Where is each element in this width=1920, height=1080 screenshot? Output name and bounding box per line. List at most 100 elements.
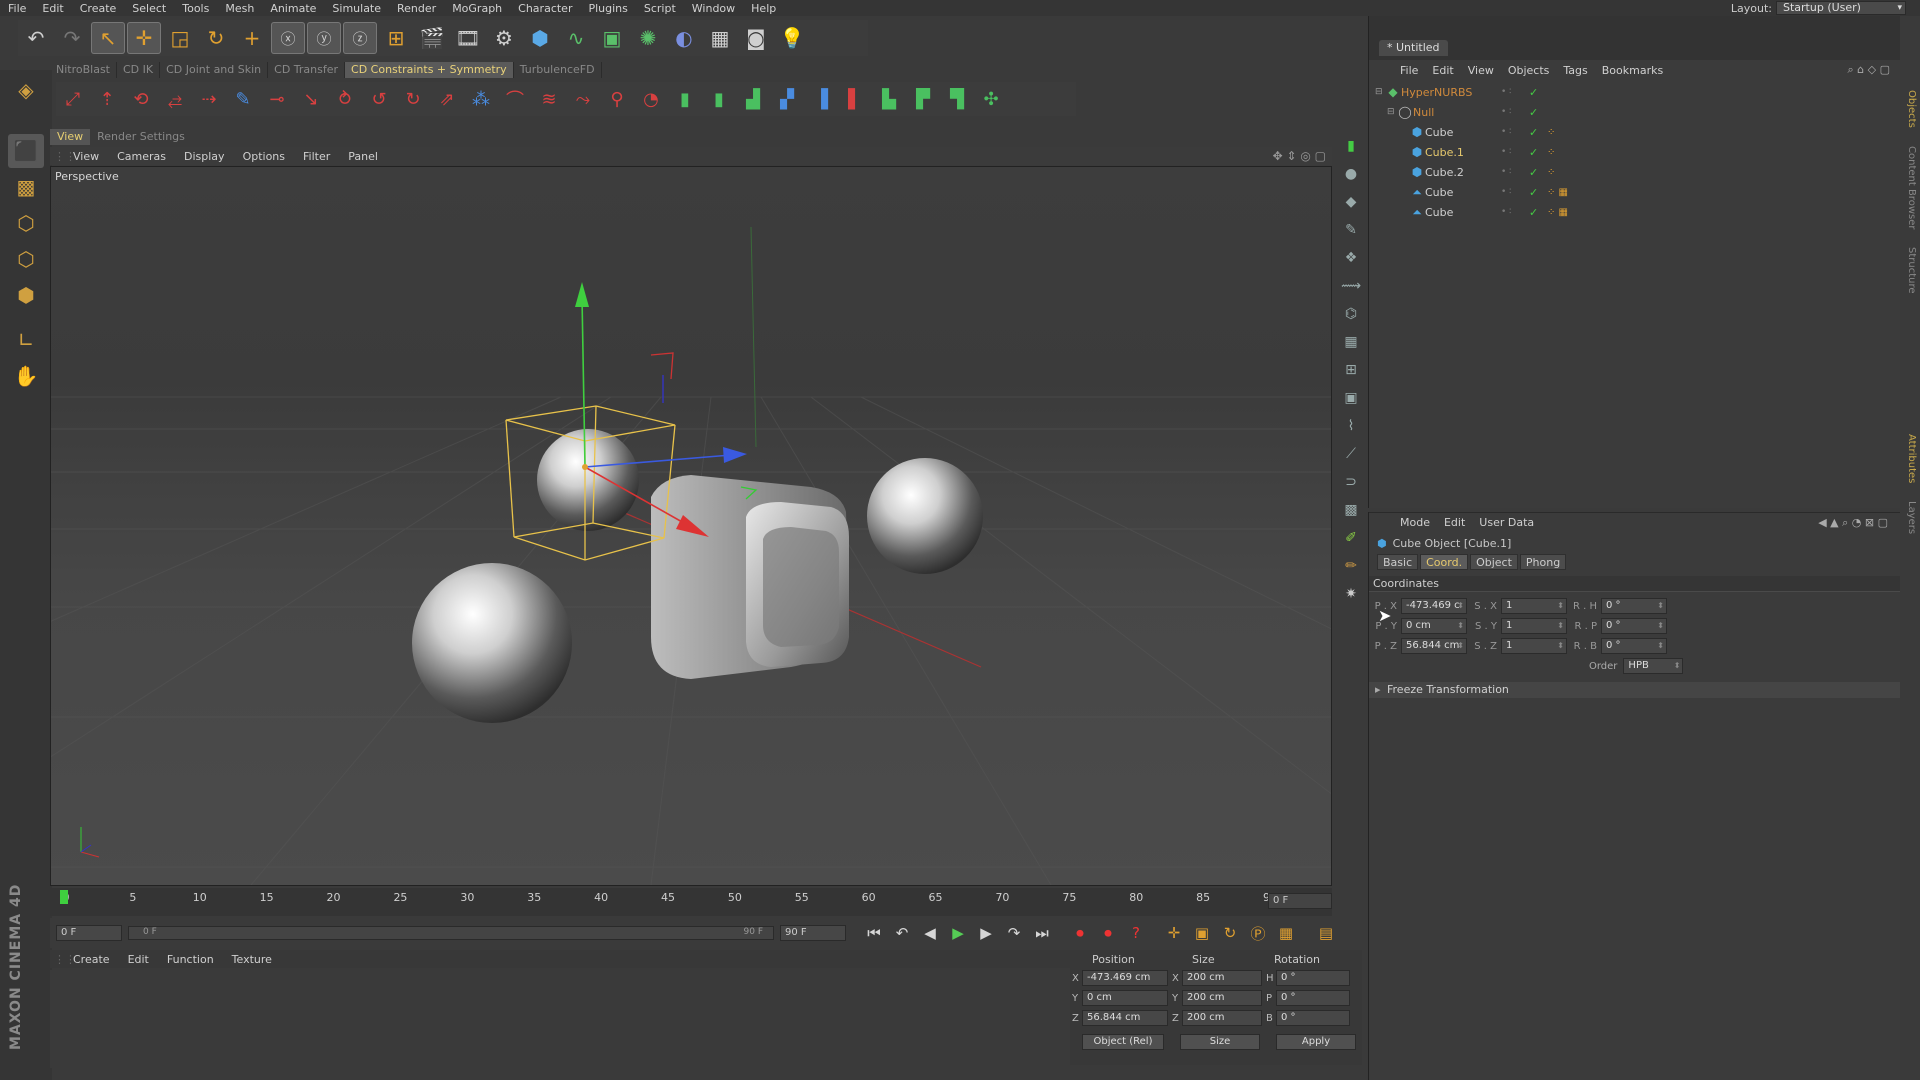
redo-icon[interactable]: ↷: [55, 22, 89, 54]
end-frame-field[interactable]: 90 F: [780, 925, 846, 941]
grid-icon[interactable]: ▦: [1340, 329, 1362, 355]
expand-toggle-icon[interactable]: ⊟: [1387, 107, 1397, 117]
keyframe-selection-icon[interactable]: ?: [1123, 920, 1149, 946]
brush-icon[interactable]: ⌇: [1340, 413, 1362, 439]
constraint-7-icon[interactable]: ⊸: [260, 84, 294, 114]
make-editable-icon[interactable]: ◈: [8, 73, 44, 107]
om-search-icon[interactable]: ⌕ ⌂ ◇ ▢: [1848, 63, 1901, 77]
constraint-14-icon[interactable]: ⌒: [498, 84, 532, 114]
object-tree-row[interactable]: ⬢ Cube • ∶ ✓ ⁘: [1369, 122, 1900, 142]
cube-primitive-icon[interactable]: ⬢: [523, 22, 557, 54]
y-axis-lock-icon[interactable]: ⓨ: [307, 22, 341, 54]
constraint-8-icon[interactable]: ↘: [294, 84, 328, 114]
start-frame-field[interactable]: 0 F: [56, 925, 122, 941]
enable-check-icon[interactable]: ✓: [1529, 106, 1547, 119]
constraint-10-icon[interactable]: ↺: [362, 84, 396, 114]
side-tab-structure[interactable]: Structure: [1906, 247, 1917, 294]
anim-icon[interactable]: ⟿: [1340, 273, 1362, 299]
coord-size-x[interactable]: 200 cm: [1182, 970, 1262, 986]
axis-mode-icon[interactable]: ∟: [8, 323, 44, 357]
pencil-icon[interactable]: ✏: [1340, 553, 1362, 579]
magnet-icon[interactable]: ⊃: [1340, 469, 1362, 495]
key-position-icon[interactable]: ✛: [1161, 920, 1187, 946]
object-tags-icon[interactable]: ⁘: [1547, 167, 1555, 178]
coord-pos-x[interactable]: -473.469 cm: [1082, 970, 1168, 986]
visibility-dots-icon[interactable]: • ∶: [1501, 127, 1529, 137]
coord-mode-dropdown[interactable]: Object (Rel): [1082, 1034, 1164, 1050]
expand-toggle-icon[interactable]: ⊟: [1375, 87, 1385, 97]
goto-end-icon[interactable]: ⏭: [1029, 920, 1055, 946]
tweak-mode-icon[interactable]: ✋: [8, 359, 44, 393]
menu-plugins[interactable]: Plugins: [580, 2, 635, 15]
constraint-2-icon[interactable]: ⇡: [90, 84, 124, 114]
om-menu-file[interactable]: File: [1393, 64, 1425, 77]
snap-icon[interactable]: ⌬: [1340, 301, 1362, 327]
tab-turbulencefd[interactable]: TurbulenceFD: [514, 62, 602, 78]
symmetry-7-icon[interactable]: ▙: [872, 84, 906, 114]
menu-animate[interactable]: Animate: [262, 2, 324, 15]
tab-cd-constraints-symmetry[interactable]: CD Constraints + Symmetry: [345, 62, 514, 78]
apply-button[interactable]: Apply: [1276, 1034, 1356, 1050]
render-view-icon[interactable]: 🎬: [415, 22, 449, 54]
viewport-menu-filter[interactable]: Filter: [294, 150, 339, 163]
viewport-menu-options[interactable]: Options: [234, 150, 294, 163]
object-tree-row[interactable]: ⏶ Cube • ∶ ✓ ⁘ ▦: [1369, 202, 1900, 222]
tab-cd-joint-skin[interactable]: CD Joint and Skin: [160, 62, 269, 78]
side-tab-layers[interactable]: Layers: [1906, 501, 1917, 534]
coord-rot-b[interactable]: 0 °: [1276, 1010, 1350, 1026]
attr-tab-phong[interactable]: Phong: [1519, 554, 1567, 570]
add-tool-icon[interactable]: +: [235, 22, 269, 54]
tab-cd-ik[interactable]: CD IK: [117, 62, 161, 78]
goto-start-icon[interactable]: ⏮: [861, 920, 887, 946]
playhead-marker[interactable]: [60, 890, 68, 904]
menu-character[interactable]: Character: [510, 2, 580, 15]
symmetry-10-icon[interactable]: ✣: [974, 84, 1008, 114]
array-icon[interactable]: ✺: [631, 22, 665, 54]
knife-icon[interactable]: ⟋: [1340, 441, 1362, 467]
enable-check-icon[interactable]: ✓: [1529, 186, 1547, 199]
layout-icon[interactable]: ▮: [1340, 133, 1362, 159]
menu-mesh[interactable]: Mesh: [217, 2, 262, 15]
material-menu-edit[interactable]: Edit: [119, 953, 158, 966]
coord-pos-z[interactable]: 56.844 cm: [1082, 1010, 1168, 1026]
3d-viewport[interactable]: Perspective: [50, 166, 1332, 886]
attr-scale-y[interactable]: 1: [1501, 618, 1567, 634]
menu-help[interactable]: Help: [743, 2, 784, 15]
object-tags-icon[interactable]: ⁘: [1547, 147, 1555, 158]
menu-script[interactable]: Script: [636, 2, 684, 15]
light-icon[interactable]: 💡: [775, 22, 809, 54]
bp-icon[interactable]: ❖: [1340, 245, 1362, 271]
attr-tab-object[interactable]: Object: [1470, 554, 1518, 570]
z-axis-lock-icon[interactable]: ⓩ: [343, 22, 377, 54]
edges-mode-icon[interactable]: ⬡: [8, 242, 44, 276]
om-menu-view[interactable]: View: [1461, 64, 1501, 77]
goto-next-key-icon[interactable]: ↷: [1001, 920, 1027, 946]
freeze-transformation-group[interactable]: Freeze Transformation: [1369, 682, 1900, 698]
current-frame-field[interactable]: 0 F: [1268, 893, 1332, 909]
order-dropdown[interactable]: HPB: [1623, 658, 1684, 674]
timeline-ticks[interactable]: 051015202530354045505560657075808590: [58, 888, 1292, 916]
visibility-dots-icon[interactable]: • ∶: [1501, 207, 1529, 217]
enable-check-icon[interactable]: ✓: [1529, 206, 1547, 219]
object-tree-row[interactable]: ⊟ ◯ Null • ∶ ✓: [1369, 102, 1900, 122]
side-tab-content-browser[interactable]: Content Browser: [1906, 146, 1917, 229]
tab-cd-transfer[interactable]: CD Transfer: [268, 62, 346, 78]
timeline-layout-icon[interactable]: ▤: [1313, 920, 1339, 946]
constraint-13-icon[interactable]: ⁂: [464, 84, 498, 114]
tab-view[interactable]: View: [50, 129, 91, 145]
symmetry-9-icon[interactable]: ▜: [940, 84, 974, 114]
render-icon[interactable]: ●: [1340, 161, 1362, 187]
enable-check-icon[interactable]: ✓: [1529, 126, 1547, 139]
rotate-tool-icon[interactable]: ↻: [199, 22, 233, 54]
material-manager-area[interactable]: [50, 970, 1070, 1068]
object-tree-row[interactable]: ⏶ Cube • ∶ ✓ ⁘ ▦: [1369, 182, 1900, 202]
attr-nav-icons[interactable]: ◀ ▲ ⌕ ◔ ⊠ ▢: [1818, 516, 1900, 530]
coord-pos-y[interactable]: 0 cm: [1082, 990, 1168, 1006]
object-tree-row[interactable]: ⊟ ◆ HyperNURBS • ∶ ✓: [1369, 82, 1900, 102]
pen-icon[interactable]: ✐: [1340, 525, 1362, 551]
object-tags-icon[interactable]: ⁘: [1547, 127, 1555, 138]
menu-create[interactable]: Create: [72, 2, 125, 15]
coordinate-system-icon[interactable]: ⊞: [379, 22, 413, 54]
layout-select[interactable]: Startup (User): [1776, 1, 1906, 15]
constraint-9-icon[interactable]: ⥁: [328, 84, 362, 114]
